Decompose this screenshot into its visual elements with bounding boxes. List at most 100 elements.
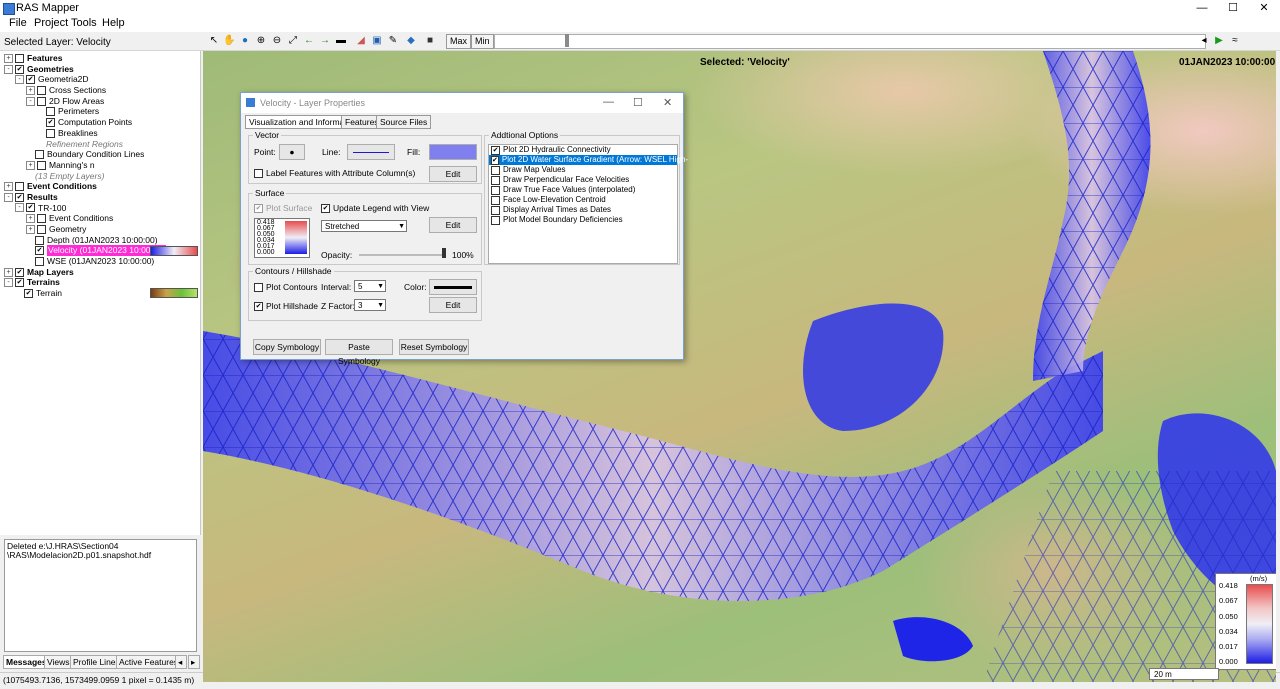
- tab-active-features[interactable]: Active Features: [116, 655, 182, 669]
- point-style-button[interactable]: ●: [279, 144, 305, 160]
- layer-checkbox[interactable]: [37, 85, 46, 95]
- layer-checkbox[interactable]: [37, 160, 46, 170]
- option-checkbox[interactable]: [491, 205, 500, 215]
- measure-ruler-icon[interactable]: ▬: [335, 35, 347, 47]
- zoom-in-icon[interactable]: ⊕: [255, 35, 267, 47]
- reset-symbology-button[interactable]: Reset Symbology: [399, 339, 469, 355]
- option-checkbox[interactable]: ✔: [491, 155, 499, 165]
- option-item[interactable]: ✔ Plot 2D Water Surface Gradient (Arrow: …: [489, 155, 688, 165]
- layer-checkbox[interactable]: [37, 96, 46, 106]
- pointer-icon[interactable]: ↖: [208, 35, 220, 47]
- pan-hand-icon[interactable]: ✋: [223, 35, 235, 47]
- tab-scroll-left-button[interactable]: ◂: [175, 655, 187, 669]
- tree-item[interactable]: WSE (01JAN2023 10:00:00): [0, 256, 200, 267]
- layer-checkbox[interactable]: [35, 256, 44, 266]
- tree-item[interactable]: - ✔ Results: [0, 192, 200, 203]
- surface-edit-button[interactable]: Edit: [429, 217, 477, 233]
- collapse-icon[interactable]: -: [4, 64, 13, 74]
- tree-item[interactable]: + Manning's n: [0, 160, 200, 171]
- expand-icon[interactable]: +: [4, 182, 13, 192]
- option-checkbox[interactable]: [491, 215, 500, 225]
- option-item[interactable]: Display Arrival Times as Dates: [489, 205, 677, 215]
- option-checkbox[interactable]: [491, 175, 500, 185]
- layer-checkbox[interactable]: ✔: [26, 203, 35, 213]
- hillshade-edit-button[interactable]: Edit: [429, 297, 477, 313]
- forward-arrow-icon[interactable]: →: [319, 35, 331, 47]
- tree-item[interactable]: - ✔ Geometria2D: [0, 74, 200, 85]
- surface-ramp-preview[interactable]: 0.418 0.067 0.050 0.034 0.017 0.000: [254, 218, 310, 258]
- option-item[interactable]: Draw Map Values: [489, 165, 677, 175]
- layer-checkbox[interactable]: [35, 235, 44, 245]
- opacity-slider-thumb[interactable]: [442, 248, 446, 258]
- full-extent-icon[interactable]: ⤢: [287, 35, 299, 47]
- maximize-button[interactable]: ☐: [1218, 0, 1248, 16]
- layer-checkbox[interactable]: [37, 224, 46, 234]
- plot-icon[interactable]: ✎: [387, 35, 399, 47]
- option-item[interactable]: Draw True Face Values (interpolated): [489, 185, 677, 195]
- layer-checkbox[interactable]: [46, 128, 55, 138]
- option-item[interactable]: ✔ Plot 2D Hydraulic Connectivity: [489, 145, 677, 155]
- collapse-icon[interactable]: -: [15, 203, 24, 213]
- dialog-close-button[interactable]: ✕: [663, 96, 672, 109]
- close-button[interactable]: ✕: [1249, 0, 1279, 16]
- layer-checkbox[interactable]: ✔: [35, 246, 44, 256]
- tree-item[interactable]: - 2D Flow Areas: [0, 96, 200, 107]
- tree-item[interactable]: + Features: [0, 53, 200, 64]
- tab-messages[interactable]: Messages: [3, 655, 50, 669]
- profile-line-icon[interactable]: ◢: [355, 35, 367, 47]
- tree-item[interactable]: Breaklines: [0, 128, 200, 139]
- layer-checkbox[interactable]: [37, 214, 46, 224]
- opacity-slider[interactable]: [359, 254, 443, 256]
- dialog-maximize-button[interactable]: ☐: [633, 96, 643, 109]
- layer-checkbox[interactable]: ✔: [15, 278, 24, 288]
- label-features-checkbox[interactable]: [254, 169, 263, 178]
- option-item[interactable]: Draw Perpendicular Face Velocities: [489, 175, 677, 185]
- expand-icon[interactable]: +: [26, 214, 35, 224]
- layer-checkbox[interactable]: ✔: [15, 192, 24, 202]
- layer-checkbox[interactable]: [35, 150, 44, 160]
- plot-surface-checkbox[interactable]: ✔: [254, 204, 263, 213]
- tree-item[interactable]: + Event Conditions: [0, 213, 200, 224]
- vector-edit-button[interactable]: Edit: [429, 166, 477, 182]
- zfactor-select[interactable]: 3 ▼: [354, 299, 386, 311]
- tree-item[interactable]: Perimeters: [0, 106, 200, 117]
- time-slider[interactable]: [494, 34, 1206, 49]
- tree-item[interactable]: ✔ Computation Points: [0, 117, 200, 128]
- tree-item[interactable]: Boundary Condition Lines: [0, 149, 200, 160]
- option-checkbox[interactable]: [491, 185, 500, 195]
- tree-item[interactable]: + Geometry: [0, 224, 200, 235]
- tree-item[interactable]: + ✔ Map Layers: [0, 267, 200, 278]
- tree-item[interactable]: + Cross Sections: [0, 85, 200, 96]
- collapse-icon[interactable]: -: [15, 75, 24, 85]
- layer-checkbox[interactable]: ✔: [24, 288, 33, 298]
- tree-item[interactable]: + Event Conditions: [0, 181, 200, 192]
- max-button[interactable]: Max: [446, 34, 472, 49]
- layer-checkbox[interactable]: [15, 182, 24, 192]
- expand-icon[interactable]: +: [26, 224, 35, 234]
- collapse-icon[interactable]: -: [4, 278, 13, 288]
- dialog-minimize-button[interactable]: —: [603, 96, 614, 108]
- animation-settings-icon[interactable]: ≈: [1229, 35, 1241, 47]
- layer-icon[interactable]: ▣: [371, 35, 383, 47]
- tree-item[interactable]: - ✔ TR-100: [0, 203, 200, 214]
- paste-symbology-button[interactable]: Paste Symbology: [325, 339, 393, 366]
- menu-project[interactable]: Project: [34, 17, 68, 29]
- plot-hillshade-checkbox[interactable]: ✔: [254, 302, 263, 311]
- layer-checkbox[interactable]: ✔: [15, 267, 24, 277]
- min-button[interactable]: Min: [471, 34, 494, 49]
- contour-color-button[interactable]: [429, 279, 477, 295]
- menu-help[interactable]: Help: [102, 17, 125, 29]
- menu-file[interactable]: File: [9, 17, 27, 29]
- tree-item[interactable]: Depth (01JAN2023 10:00:00): [0, 235, 200, 246]
- option-checkbox[interactable]: ✔: [491, 145, 500, 155]
- layer-checkbox[interactable]: ✔: [46, 117, 55, 127]
- step-back-icon[interactable]: ◂: [1198, 35, 1210, 47]
- zoom-out-icon[interactable]: ⊖: [271, 35, 283, 47]
- tab-profile-lines[interactable]: Profile Lines: [70, 655, 123, 669]
- interval-select[interactable]: 5 ▼: [354, 280, 386, 292]
- tree-item[interactable]: ✔ Terrain: [0, 288, 200, 299]
- layer-checkbox[interactable]: [46, 107, 55, 117]
- expand-icon[interactable]: +: [26, 160, 35, 170]
- tree-item[interactable]: - ✔ Terrains: [0, 277, 200, 288]
- layer-checkbox[interactable]: [15, 53, 24, 63]
